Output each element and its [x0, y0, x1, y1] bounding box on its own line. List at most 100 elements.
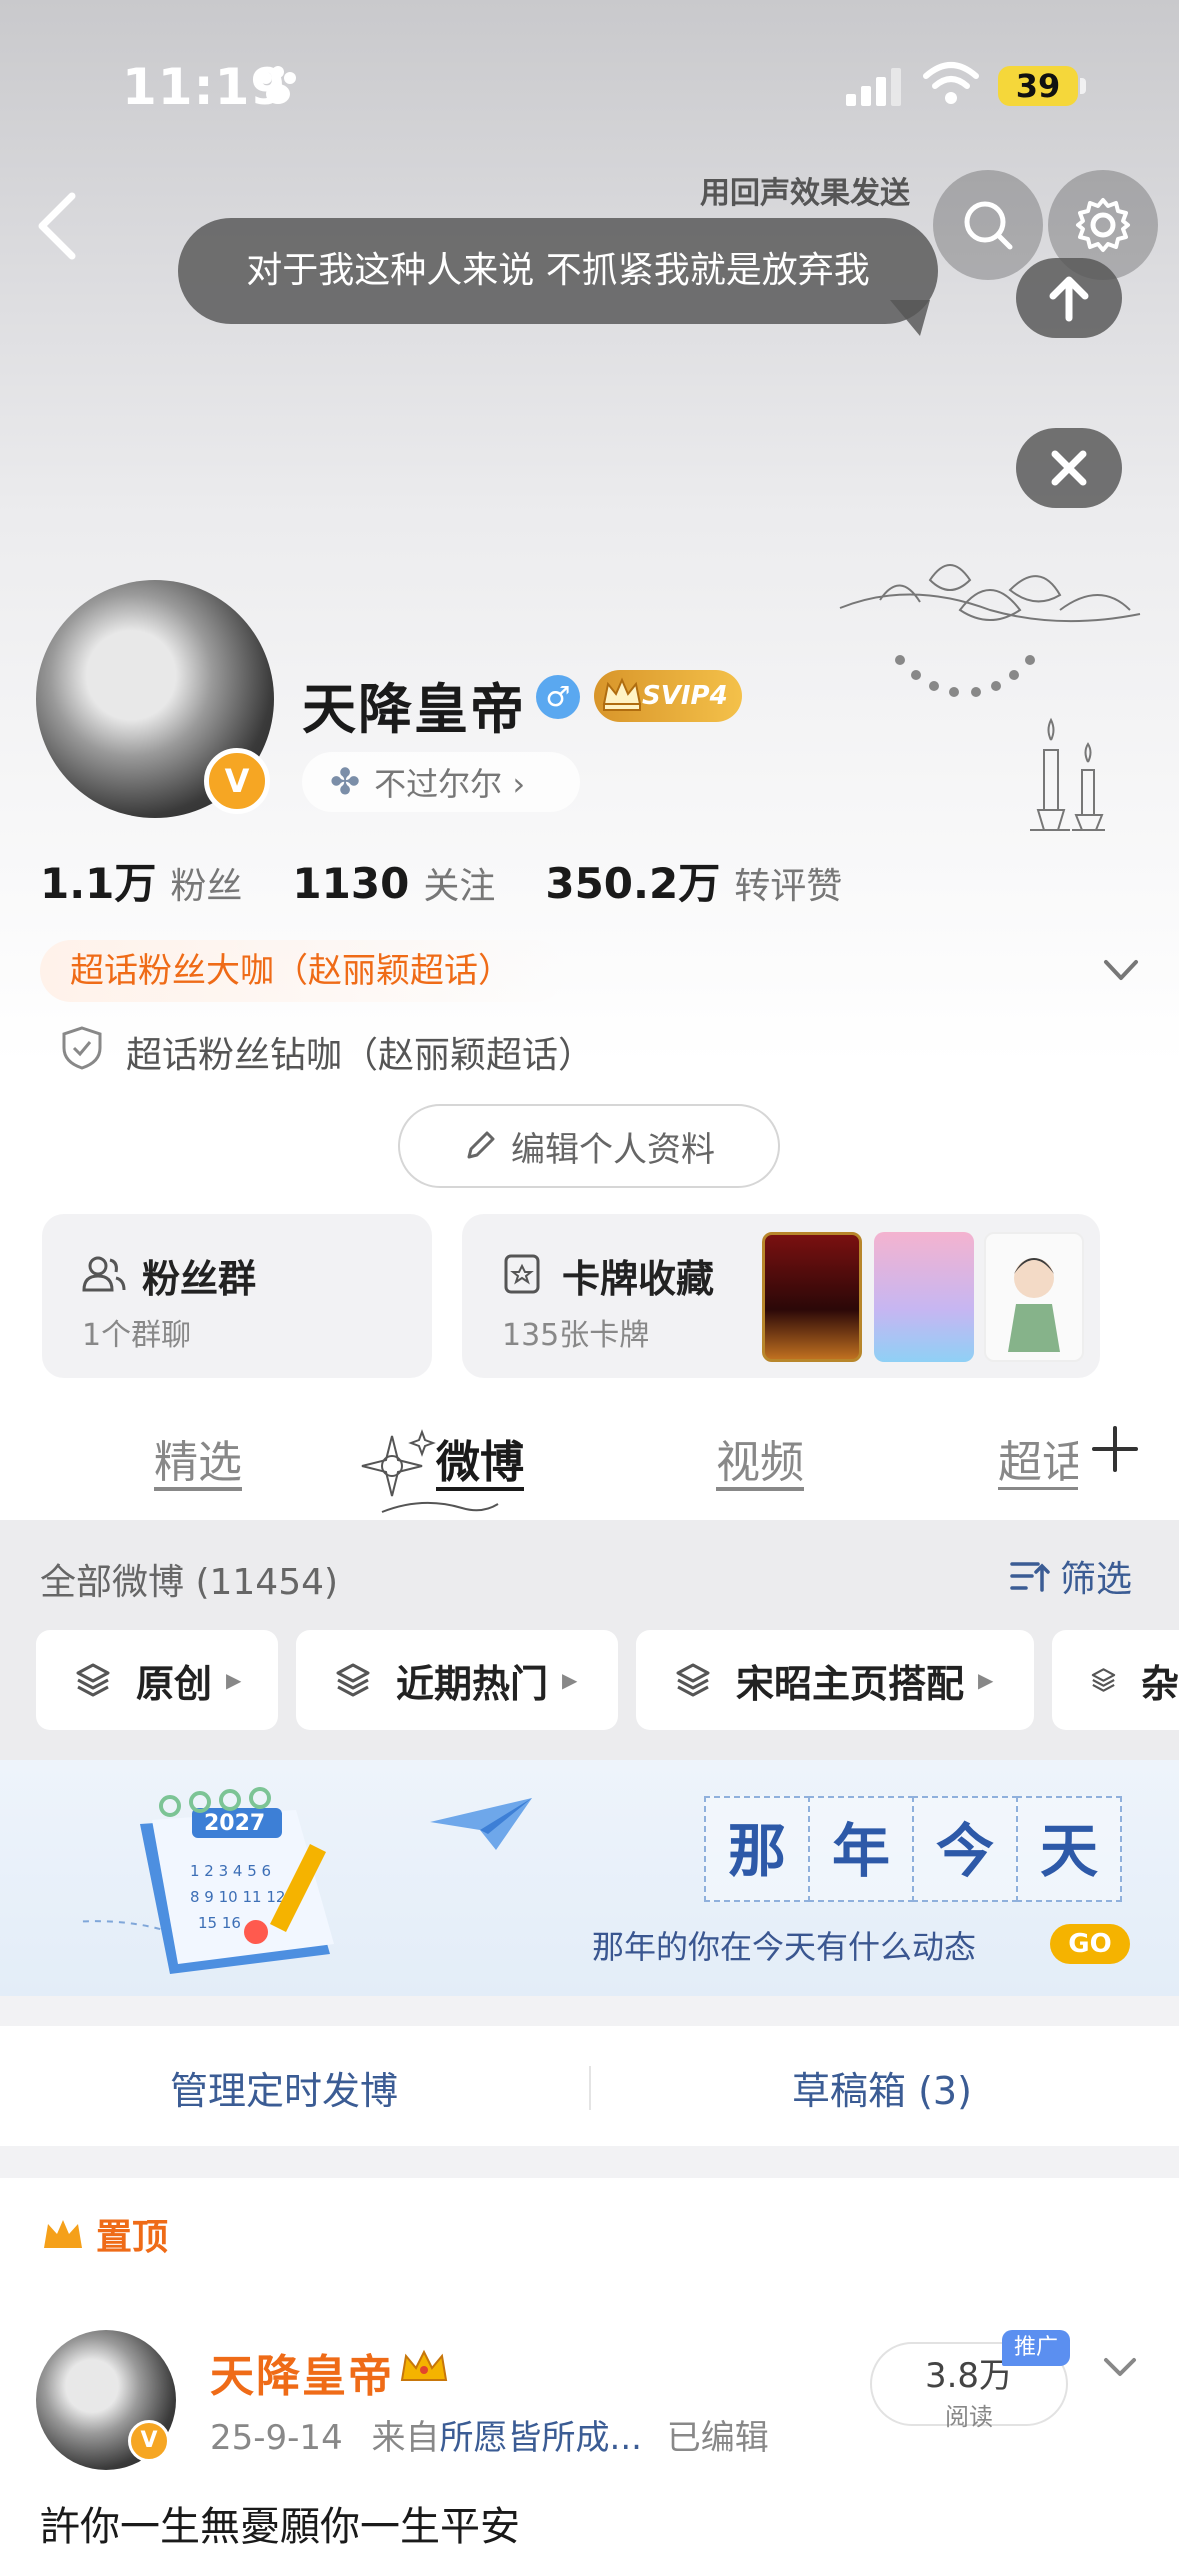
- battery-tip: [1080, 78, 1086, 94]
- shield-icon: [62, 1026, 102, 1070]
- message-bubble[interactable]: 对于我这种人来说 不抓紧我就是放弃我: [178, 218, 938, 324]
- echo-effect-label: 用回声效果发送: [700, 176, 910, 211]
- chip-arrow-icon: ▶: [562, 1668, 578, 1692]
- bubble-tail: [890, 300, 930, 336]
- tab-featured[interactable]: 精选: [154, 1426, 242, 1490]
- card-collection[interactable]: 卡牌收藏 135张卡牌: [462, 1214, 1100, 1378]
- wifi-icon: [923, 62, 979, 104]
- chevron-down-icon[interactable]: [1098, 950, 1144, 990]
- paper-plane-icon: [430, 1798, 532, 1850]
- go-button[interactable]: GO: [1050, 1924, 1130, 1964]
- chibi-illustration: [1008, 1258, 1060, 1352]
- search-button[interactable]: [933, 170, 1043, 280]
- post-text: 許你一生無憂願你一生平安: [40, 2504, 520, 2550]
- likes-count: 350.2万: [545, 859, 721, 908]
- chip-label: 宋昭主页搭配: [736, 1661, 965, 1706]
- verified-badge: V: [204, 748, 270, 814]
- tab-supertopic[interactable]: 超话: [998, 1426, 1078, 1490]
- battery-indicator: 39: [998, 66, 1078, 106]
- supertopic-fan-badge[interactable]: 超话粉丝大咖（赵丽颖超话）: [40, 940, 566, 1002]
- signal-icon: [846, 68, 901, 106]
- svg-text:15 16: 15 16: [198, 1914, 241, 1932]
- followers-label[interactable]: 粉丝: [170, 857, 242, 909]
- post-edited: 已编辑: [666, 2418, 769, 2458]
- fan-group-card[interactable]: 粉丝群 1个群聊: [42, 1214, 432, 1378]
- post-author-name[interactable]: 天降皇帝: [210, 2340, 394, 2404]
- chevron-down-icon[interactable]: [1100, 2350, 1140, 2384]
- card-collection-title: 卡牌收藏: [562, 1257, 715, 1301]
- close-button[interactable]: [1016, 428, 1122, 508]
- pinned-label: 置顶: [96, 2217, 169, 2258]
- supertopic-diamond-badge: 超话粉丝钻咖（赵丽颖超话）: [126, 1035, 595, 1076]
- following-count[interactable]: 1130: [292, 859, 409, 908]
- clover-icon: ✤: [330, 761, 361, 803]
- followers-count[interactable]: 1.1万: [40, 850, 156, 911]
- scheduled-posts-button[interactable]: 管理定时发博: [170, 2060, 398, 2115]
- plus-icon[interactable]: [1090, 1424, 1140, 1474]
- layers-icon: [336, 1663, 370, 1697]
- tab-weibo[interactable]: 微博: [436, 1426, 524, 1490]
- filter-icon: [1010, 1562, 1050, 1592]
- chip-arrow-icon: ▶: [978, 1668, 994, 1692]
- arrow-up-icon: [1049, 276, 1089, 322]
- card-collection-sub: 135张卡牌: [502, 1318, 650, 1353]
- chip-songzhao[interactable]: 宋昭主页搭配 ▶: [636, 1630, 1034, 1730]
- profile-stats: 1.1万 粉丝 1130 关注 350.2万 转评赞: [40, 850, 892, 911]
- following-label[interactable]: 关注: [423, 857, 495, 909]
- post-source[interactable]: 所愿皆所成...: [440, 2418, 642, 2458]
- post-date: 25-9-14: [210, 2418, 343, 2458]
- lily-candle-decoration: [839, 564, 1141, 831]
- card-collection-icon: [504, 1254, 540, 1294]
- crown-icon: [602, 677, 642, 711]
- chip-recent-hot[interactable]: 近期热门 ▶: [296, 1630, 618, 1730]
- calendar-illustration: 2027 1 2 3 4 5 6 8 9 10 11 12 15 16: [80, 1787, 334, 1974]
- post-from-prefix: 来自: [371, 2418, 440, 2458]
- on-this-day-title: 那 年 今 天: [704, 1796, 1122, 1902]
- paw-icon: [260, 66, 296, 104]
- title-char: 天: [1016, 1796, 1122, 1902]
- pencil-icon: [467, 1131, 495, 1159]
- chip-misc[interactable]: 杂: [1052, 1630, 1179, 1730]
- send-up-button[interactable]: [1016, 258, 1122, 338]
- crown-icon: [400, 2349, 448, 2381]
- fan-group-sub: 1个群聊: [82, 1318, 192, 1353]
- card-thumbnail[interactable]: [762, 1232, 862, 1362]
- back-icon[interactable]: [28, 188, 88, 264]
- svg-text:1 2 3 4 5 6: 1 2 3 4 5 6: [190, 1862, 271, 1880]
- tab-video[interactable]: 视频: [716, 1426, 804, 1490]
- chip-arrow-icon: ▶: [226, 1668, 242, 1692]
- svg-text:2027: 2027: [204, 1811, 265, 1836]
- signature-text: 不过尔尔 ›: [374, 765, 526, 803]
- filter-button[interactable]: 筛选: [1008, 1550, 1132, 1602]
- divider: [589, 2066, 591, 2110]
- search-icon: [964, 201, 1013, 250]
- title-char: 今: [912, 1796, 1018, 1902]
- layers-icon: [1091, 1668, 1116, 1692]
- fan-group-title: 粉丝群: [142, 1257, 257, 1301]
- weibo-count: 全部微博 (11454): [40, 1562, 339, 1603]
- close-icon: [1051, 450, 1087, 486]
- chip-label: 杂: [1140, 1661, 1179, 1706]
- signature-pill[interactable]: ✤ 不过尔尔 ›: [302, 752, 580, 812]
- verified-badge: V: [128, 2420, 170, 2462]
- layers-icon: [676, 1663, 710, 1697]
- likes-label: 转评赞: [734, 866, 843, 907]
- filter-label: 筛选: [1060, 1559, 1133, 1600]
- edit-profile-button[interactable]: 编辑个人资料: [398, 1104, 780, 1188]
- pinned-label-row: 置顶: [40, 2208, 168, 2260]
- chip-label: 近期热门: [396, 1661, 549, 1706]
- drafts-button[interactable]: 草稿箱 (3): [792, 2060, 972, 2115]
- promote-tag[interactable]: 推广: [1002, 2330, 1070, 2366]
- title-char: 那: [704, 1796, 810, 1902]
- edit-profile-label: 编辑个人资料: [511, 1129, 715, 1170]
- chip-original[interactable]: 原创 ▶: [36, 1630, 278, 1730]
- svg-text:8 9 10 11 12: 8 9 10 11 12: [190, 1888, 285, 1906]
- card-thumbnail[interactable]: [984, 1232, 1084, 1362]
- group-icon: [82, 1256, 126, 1292]
- profile-name: 天降皇帝: [302, 678, 526, 741]
- title-char: 年: [808, 1796, 914, 1902]
- chip-label: 原创: [136, 1661, 213, 1706]
- crown-icon: [44, 2220, 82, 2248]
- on-this-day-subtitle: 那年的你在今天有什么动态: [592, 1928, 977, 1966]
- card-thumbnail[interactable]: [874, 1232, 974, 1362]
